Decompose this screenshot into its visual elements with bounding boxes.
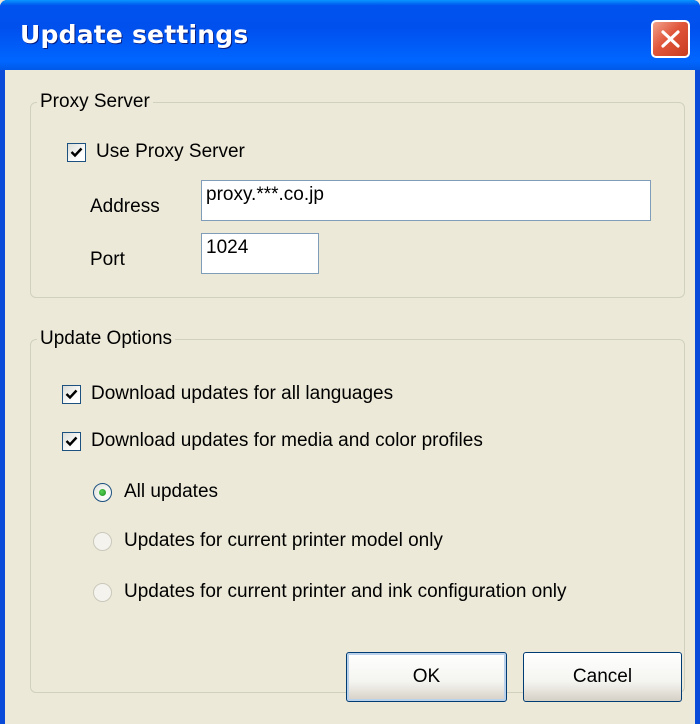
- title-bar[interactable]: Update settings: [0, 0, 700, 70]
- media-profiles-checkbox[interactable]: [62, 431, 81, 451]
- update-options-group: Update Options Download updates for all …: [30, 327, 685, 693]
- radio-printer-model-row[interactable]: Updates for current printer model only: [93, 530, 443, 552]
- radio-selected-dot: [99, 488, 106, 496]
- update-settings-dialog: Update settings Proxy Server Use Proxy S…: [0, 0, 700, 724]
- address-label: Address: [90, 196, 160, 217]
- radio-all-updates[interactable]: [93, 482, 112, 502]
- proxy-server-group-label: Proxy Server: [37, 90, 153, 114]
- port-input[interactable]: 1024: [201, 233, 319, 274]
- radio-printer-model[interactable]: [93, 531, 112, 551]
- all-languages-checkbox[interactable]: [62, 384, 81, 404]
- radio-printer-ink[interactable]: [93, 582, 112, 602]
- proxy-server-group: Proxy Server Use Proxy Server Address pr…: [30, 90, 685, 298]
- address-input[interactable]: proxy.***.co.jp: [201, 180, 651, 221]
- dialog-body: Proxy Server Use Proxy Server Address pr…: [5, 70, 695, 724]
- use-proxy-checkbox-row[interactable]: Use Proxy Server: [67, 141, 245, 163]
- ok-button[interactable]: OK: [346, 652, 507, 702]
- use-proxy-label: Use Proxy Server: [96, 141, 245, 162]
- radio-printer-ink-label: Updates for current printer and ink conf…: [124, 581, 567, 602]
- checkmark-icon: [65, 436, 78, 446]
- radio-all-updates-row[interactable]: All updates: [93, 481, 218, 503]
- all-languages-label: Download updates for all languages: [91, 383, 394, 404]
- checkmark-icon: [65, 389, 78, 399]
- update-options-group-label: Update Options: [37, 327, 176, 351]
- close-button[interactable]: [651, 20, 690, 58]
- radio-printer-ink-row[interactable]: Updates for current printer and ink conf…: [93, 581, 567, 603]
- port-label: Port: [90, 249, 125, 270]
- close-icon: [661, 30, 680, 48]
- radio-all-updates-label: All updates: [124, 481, 219, 502]
- use-proxy-checkbox[interactable]: [67, 142, 86, 162]
- media-profiles-label: Download updates for media and color pro…: [91, 430, 483, 451]
- checkmark-icon: [70, 147, 83, 157]
- window-title: Update settings: [20, 20, 249, 49]
- cancel-button[interactable]: Cancel: [523, 652, 682, 702]
- radio-printer-model-label: Updates for current printer model only: [124, 530, 443, 551]
- media-profiles-checkbox-row[interactable]: Download updates for media and color pro…: [62, 430, 483, 452]
- all-languages-checkbox-row[interactable]: Download updates for all languages: [62, 383, 393, 405]
